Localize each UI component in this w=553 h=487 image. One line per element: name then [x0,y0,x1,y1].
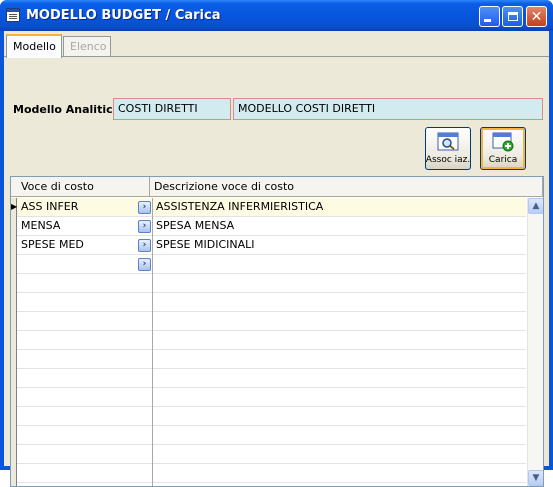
current-row-pointer-icon: ▶ [11,202,18,211]
scroll-down-button[interactable]: ▼ [528,470,543,486]
associate-button[interactable]: Assoc iaz. [425,127,471,170]
empty-row [17,350,526,369]
model-description-field[interactable]: MODELLO COSTI DIRETTI [233,98,543,120]
load-button[interactable]: Carica [480,127,526,170]
vertical-scrollbar[interactable]: ▲ ▼ [527,198,543,486]
load-label: Carica [488,155,518,165]
minimize-button[interactable] [479,6,500,27]
column-header-code[interactable]: Voce di costo [11,177,150,197]
app-window: MODELLO BUDGET / Carica ✕ Modello Elenco… [0,0,553,487]
close-button[interactable]: ✕ [526,6,547,27]
maximize-icon [507,12,518,21]
empty-row [17,426,526,445]
empty-row [17,331,526,350]
cell-code[interactable] [21,255,131,274]
associate-label: Assoc iaz. [425,155,471,165]
model-code-field[interactable]: COSTI DIRETTI [113,98,231,120]
model-label: Modello Analitico: [13,103,125,116]
empty-row [17,388,526,407]
add-window-icon [492,132,514,152]
empty-row [17,369,526,388]
lookup-button[interactable]: › [138,258,151,271]
empty-row [17,464,526,483]
magnifier-window-icon [437,132,459,152]
column-divider [152,198,153,486]
empty-row [17,312,526,331]
lookup-button[interactable]: › [138,220,151,233]
empty-row [17,445,526,464]
cell-description[interactable]: ASSISTENZA INFERMIERISTICA [156,198,526,217]
grid-header: Voce di costo Descrizione voce di costo [11,177,543,197]
chevron-up-icon: ▲ [532,201,540,211]
cell-description[interactable]: SPESA MENSA [156,217,526,236]
table-row[interactable]: › [17,255,526,274]
minimize-icon [484,19,491,22]
table-row[interactable]: MENSA › SPESA MENSA [17,217,526,236]
cell-code[interactable]: ASS INFER [21,198,131,217]
tab-panel-modello: Modello Analitico: COSTI DIRETTI MODELLO… [4,56,549,487]
empty-row [17,407,526,426]
cell-description[interactable] [156,255,526,274]
app-icon [6,8,20,22]
cell-code[interactable]: SPESE MED [21,236,131,255]
tab-elenco[interactable]: Elenco [63,36,111,57]
window-title: MODELLO BUDGET / Carica [26,8,221,23]
cost-items-grid: Voce di costo Descrizione voce di costo … [10,176,544,487]
cell-description[interactable]: SPESE MIDICINALI [156,236,526,255]
lookup-button[interactable]: › [138,201,151,214]
scroll-up-button[interactable]: ▲ [528,198,543,214]
column-header-description[interactable]: Descrizione voce di costo [150,177,543,197]
empty-row [17,274,526,293]
window-client-area: Modello Elenco Modello Analitico: COSTI … [4,31,549,487]
cell-code[interactable]: MENSA [21,217,131,236]
table-row[interactable]: SPESE MED › SPESE MIDICINALI [17,236,526,255]
close-icon: ✕ [530,8,543,25]
tab-modello[interactable]: Modello [6,34,62,58]
empty-row [17,293,526,312]
maximize-button[interactable] [502,6,523,27]
title-bar[interactable]: MODELLO BUDGET / Carica ✕ [0,0,553,31]
lookup-button[interactable]: › [138,239,151,252]
chevron-down-icon: ▼ [532,473,540,483]
table-row[interactable]: ▶ ASS INFER › ASSISTENZA INFERMIERISTICA [11,198,526,217]
